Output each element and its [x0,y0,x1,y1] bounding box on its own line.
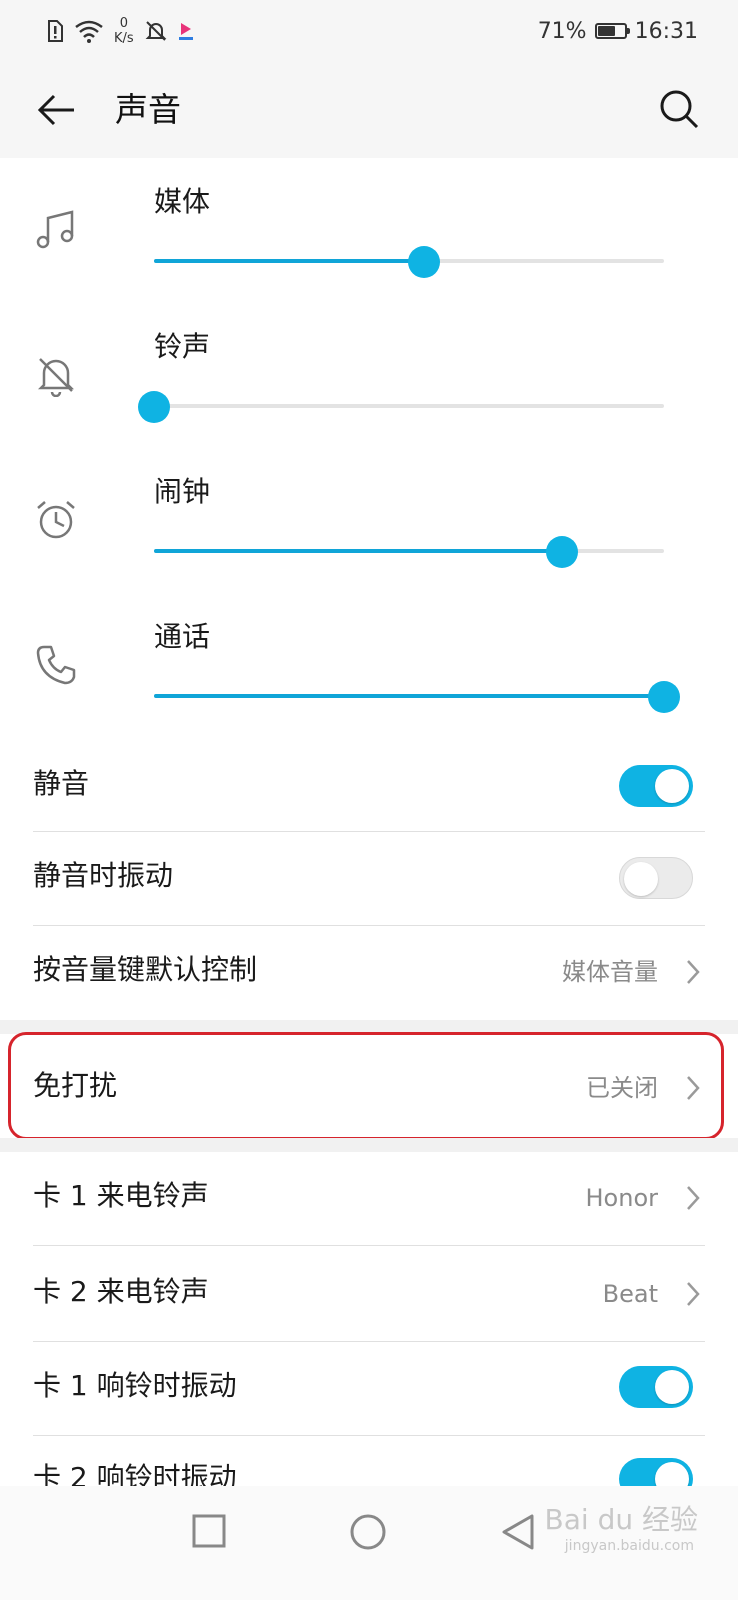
row-volume-key-value: 媒体音量 [562,958,658,986]
row-volume-key[interactable]: 按音量键默认控制 媒体音量 [0,926,738,1020]
back-triangle-icon[interactable] [496,1508,544,1556]
search-icon[interactable] [658,88,700,130]
status-right: 71% 16:31 [538,14,698,48]
status-left-icons: 0 K/s [46,14,194,48]
clock: 16:31 [634,18,698,44]
slider-fill [154,549,562,553]
slider-track [154,404,664,408]
app-header: 声音 [0,62,738,158]
page-title: 声音 [115,90,181,129]
row-sim2-ringtone-value: Beat [602,1280,658,1308]
battery-icon [594,23,630,39]
annotation-highlight-box [8,1032,724,1140]
volume-ringtone-slider[interactable] [138,391,664,423]
row-mute[interactable]: 静音 [0,740,738,832]
slider-thumb[interactable] [138,391,170,423]
row-sim1-vibrate-label: 卡 1 响铃时振动 [33,1369,237,1402]
row-sim1-ringtone[interactable]: 卡 1 来电铃声 Honor [0,1152,738,1246]
row-sim1-ringtone-value: Honor [585,1184,659,1212]
sim1-vibrate-toggle[interactable] [619,1366,693,1408]
toggle-knob [655,1370,689,1404]
volume-call: 通话 [0,605,738,745]
music-note-icon [36,210,74,249]
network-speed-unit: K/s [114,31,134,46]
chevron-right-icon [687,1282,700,1306]
row-vibrate-on-mute[interactable]: 静音时振动 [0,832,738,926]
status-bar: 0 K/s 71% 16:31 [0,0,738,62]
row-sim1-vibrate[interactable]: 卡 1 响铃时振动 [0,1342,738,1436]
wifi-icon [75,20,103,43]
watermark-logo: Bai du 经验 [544,1503,698,1536]
battery-fill [597,26,616,36]
volume-media-label: 媒体 [154,185,211,218]
slider-fill [154,694,664,698]
back-arrow-icon[interactable] [34,88,78,132]
bell-off-icon [37,358,75,397]
mute-toggle[interactable] [619,765,693,807]
phone-icon [36,645,76,685]
chevron-right-icon [687,960,700,984]
volume-call-slider[interactable] [154,681,680,713]
home-circle-icon[interactable] [344,1508,392,1556]
app-notification-icon [178,23,193,40]
row-sim2-ringtone[interactable]: 卡 2 来电铃声 Beat [0,1246,738,1342]
network-speed: 0 K/s [114,16,134,46]
volume-media: 媒体 [0,170,738,310]
volume-ringtone: 铃声 [0,315,738,455]
toggle-knob [624,862,658,896]
slider-thumb[interactable] [408,246,441,278]
network-speed-value: 0 [119,16,128,31]
bell-off-icon [145,21,167,41]
vibrate-on-mute-toggle[interactable] [619,857,693,899]
section-gap [0,1138,738,1152]
slider-thumb[interactable] [648,681,680,713]
slider-thumb[interactable] [546,536,578,568]
sim-alert-icon [48,20,63,42]
battery-percent: 71% [537,18,587,44]
volume-media-slider[interactable] [154,246,664,278]
volume-call-label: 通话 [154,620,211,653]
chevron-right-icon [687,1186,700,1210]
watermark-url: jingyan.baidu.com [564,1538,694,1554]
recents-square-icon[interactable] [186,1508,234,1556]
row-vibrate-on-mute-label: 静音时振动 [33,859,174,892]
slider-fill [154,259,425,263]
row-mute-label: 静音 [33,767,90,800]
volume-alarm-slider[interactable] [154,536,664,568]
row-volume-key-label: 按音量键默认控制 [33,953,258,986]
volume-alarm: 闹钟 [0,460,738,600]
alarm-clock-icon [37,501,75,539]
volume-ringtone-label: 铃声 [154,330,211,363]
volume-alarm-label: 闹钟 [154,475,211,508]
toggle-knob [655,769,689,803]
row-sim2-ringtone-label: 卡 2 来电铃声 [33,1275,209,1308]
row-sim1-ringtone-label: 卡 1 来电铃声 [33,1179,209,1212]
